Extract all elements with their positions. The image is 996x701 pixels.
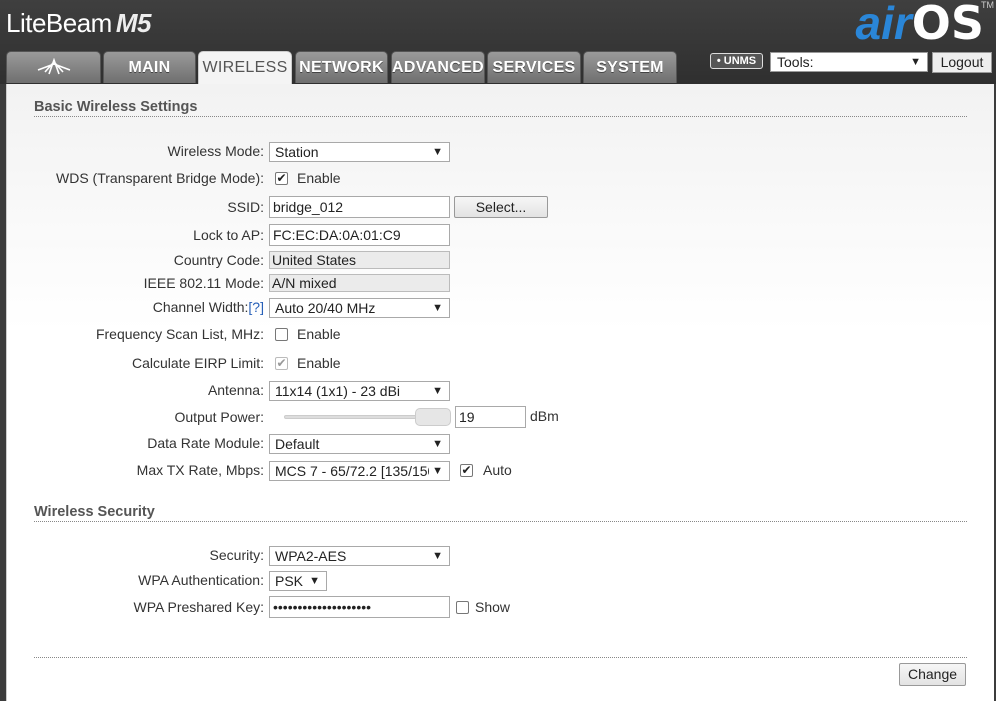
country-code-label: Country Code: — [173, 252, 264, 268]
channel-width-label-text: Channel Width: — [152, 299, 249, 315]
output-power-slider-handle[interactable] — [415, 408, 451, 426]
wireless-security-title: Wireless Security — [34, 504, 155, 520]
freq-scan-enable-label: Enable — [297, 326, 341, 342]
tab-services[interactable]: SERVICES — [487, 51, 581, 83]
brand-model: M5 — [115, 8, 152, 38]
channel-width-help-link[interactable]: [?] — [248, 299, 264, 315]
channel-width-select[interactable]: Auto 20/40 MHz ▼ — [269, 298, 450, 318]
output-power-label: Output Power: — [174, 409, 265, 425]
output-power-unit: dBm — [530, 408, 559, 424]
antenna-label: Antenna: — [207, 382, 264, 398]
tab-ubnt[interactable] — [6, 51, 101, 83]
show-psk-checkbox[interactable] — [456, 601, 469, 614]
change-button[interactable]: Change — [899, 663, 966, 686]
wireless-settings-panel: Basic Wireless Settings Wireless Mode: S… — [6, 84, 994, 701]
logo-air: air — [855, 0, 912, 49]
dropdown-arrow-icon: ▼ — [306, 572, 320, 590]
antenna-select[interactable]: 11x14 (1x1) - 23 dBi ▼ — [269, 381, 450, 401]
tab-advanced[interactable]: ADVANCED — [391, 51, 485, 83]
security-select[interactable]: WPA2-AES ▼ — [269, 546, 450, 566]
ssid-input[interactable]: bridge_012 — [269, 196, 450, 218]
wireless-mode-value: Station — [275, 144, 319, 160]
airos-logo: airOS TM — [855, 0, 995, 50]
max-tx-label: Max TX Rate, Mbps: — [136, 462, 264, 478]
footer-divider — [34, 657, 967, 658]
unms-button[interactable]: • UNMS — [710, 53, 763, 69]
wds-enable-label: Enable — [297, 170, 341, 186]
dropdown-arrow-icon: ▼ — [429, 462, 443, 480]
ssid-label: SSID: — [227, 199, 264, 215]
wireless-mode-select[interactable]: Station ▼ — [269, 142, 450, 162]
dropdown-arrow-icon: ▼ — [429, 299, 443, 317]
max-tx-auto-checkbox[interactable]: ✔ — [460, 464, 473, 477]
show-psk-label: Show — [475, 599, 511, 615]
wpa-auth-label: WPA Authentication: — [138, 572, 264, 588]
wireless-mode-label: Wireless Mode: — [167, 143, 264, 159]
dropdown-arrow-icon: ▼ — [429, 547, 443, 565]
lock-ap-label: Lock to AP: — [193, 227, 264, 243]
dropdown-arrow-icon: ▼ — [429, 382, 443, 400]
data-rate-label: Data Rate Module: — [147, 435, 264, 451]
data-rate-value: Default — [275, 436, 320, 452]
dropdown-arrow-icon: ▼ — [429, 435, 443, 453]
country-code-value: United States — [269, 251, 450, 269]
output-power-input[interactable]: 19 — [455, 406, 526, 428]
freq-scan-checkbox[interactable] — [275, 328, 288, 341]
basic-wireless-title: Basic Wireless Settings — [34, 99, 198, 115]
section-divider — [34, 521, 967, 522]
ssid-select-button[interactable]: Select... — [454, 196, 548, 218]
max-tx-value: MCS 7 - 65/72.2 [135/150] — [275, 463, 440, 479]
antenna-value: 11x14 (1x1) - 23 dBi — [275, 383, 401, 399]
logo-os: OS — [911, 0, 984, 50]
tab-system[interactable]: SYSTEM — [583, 51, 677, 83]
eirp-label: Calculate EIRP Limit: — [131, 355, 264, 371]
ieee-mode-value: A/N mixed — [269, 274, 450, 292]
tab-wireless[interactable]: WIRELESS — [198, 51, 292, 85]
device-brand: LiteBeam M5 — [6, 8, 151, 39]
freq-scan-label: Frequency Scan List, MHz: — [95, 326, 264, 342]
eirp-checkbox: ✔ — [275, 356, 288, 370]
eirp-enable-label: Enable — [297, 355, 341, 371]
wds-checkbox[interactable]: ✔ — [275, 172, 288, 185]
max-tx-select[interactable]: MCS 7 - 65/72.2 [135/150] ▼ — [269, 461, 450, 481]
wpa-auth-value: PSK — [275, 573, 304, 589]
security-label: Security: — [209, 547, 264, 563]
security-value: WPA2-AES — [275, 548, 347, 564]
dropdown-arrow-icon: ▼ — [910, 56, 921, 68]
logo-tm: TM — [981, 0, 994, 10]
lock-ap-input[interactable]: FC:EC:DA:0A:01:C9 — [269, 224, 450, 246]
logout-button[interactable]: Logout — [932, 52, 992, 73]
section-divider — [34, 116, 967, 117]
ieee-mode-label: IEEE 802.11 Mode: — [143, 275, 264, 291]
dropdown-arrow-icon: ▼ — [429, 143, 443, 161]
tab-network[interactable]: NETWORK — [295, 51, 388, 83]
channel-width-label: Channel Width:[?] — [153, 299, 264, 315]
header: LiteBeam M5 airOS TM MAIN WIRELESS NETWORK… — [0, 0, 996, 85]
tools-select[interactable]: Tools: ▼ — [770, 52, 928, 72]
ubiquiti-logo-icon — [37, 58, 70, 75]
brand-name: LiteBeam — [6, 8, 112, 38]
tab-main[interactable]: MAIN — [103, 51, 196, 83]
wpa-auth-select[interactable]: PSK ▼ — [269, 571, 327, 591]
tools-select-value: Tools: — [777, 54, 814, 70]
channel-width-value: Auto 20/40 MHz — [275, 300, 376, 316]
wds-label: WDS (Transparent Bridge Mode): — [56, 170, 264, 186]
max-tx-auto-label: Auto — [483, 462, 512, 478]
psk-input[interactable]: •••••••••••••••••••• — [269, 596, 450, 618]
data-rate-select[interactable]: Default ▼ — [269, 434, 450, 454]
psk-label: WPA Preshared Key: — [133, 599, 264, 615]
